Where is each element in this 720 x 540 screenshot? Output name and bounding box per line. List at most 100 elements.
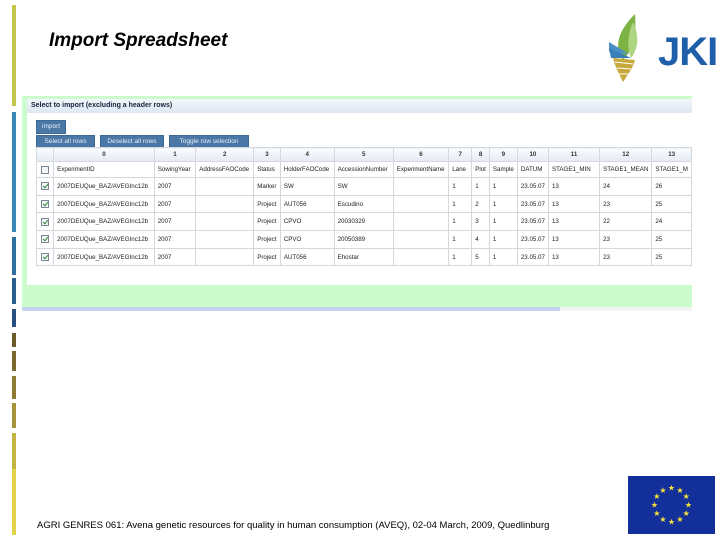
eu-star-icon: ★: [651, 501, 658, 510]
stripe-segment: [12, 376, 16, 399]
table-cell: Lane: [448, 161, 473, 178]
table-cell: AddressFAOCode: [195, 161, 255, 178]
row-checkbox[interactable]: [41, 200, 50, 209]
table-cell: 25: [651, 247, 692, 267]
table-cell: 5: [471, 247, 490, 267]
table-cell: [392, 194, 450, 214]
table-cell: 23: [599, 194, 653, 214]
table-cell: 1: [488, 230, 518, 249]
table-cell: [392, 230, 450, 249]
table-cell: 1: [488, 247, 518, 267]
column-index-header[interactable]: 9: [488, 147, 518, 162]
jki-logo: JKI: [605, 12, 718, 84]
row-select-cell: [35, 247, 55, 267]
table-cell: STAGE1_MEAN: [599, 161, 653, 178]
import-panel: Select to import (excluding a header row…: [22, 96, 692, 308]
column-index-header[interactable]: 8: [471, 147, 490, 162]
table-cell: 2007: [153, 212, 197, 232]
table-cell: 2007DEUQue_BAZ/AVEGInc12b: [53, 230, 155, 249]
stripe-segment: [12, 309, 16, 327]
column-index-header[interactable]: 11: [547, 147, 601, 162]
table-row: 2007DEUQue_BAZ/AVEGInc12b 2007 Project AUT0…: [35, 247, 692, 267]
stripe-segment: [12, 433, 16, 470]
table-cell: Project: [253, 247, 281, 267]
eu-flag-icon: ★ ★ ★ ★ ★ ★ ★ ★ ★ ★ ★ ★: [628, 476, 715, 534]
panel-body: import Select all rows Deselect all rows…: [27, 113, 692, 285]
table-cell: Escudino: [333, 194, 394, 214]
table-cell: 25: [651, 230, 692, 249]
stripe-segment: [12, 351, 16, 371]
column-index-header[interactable]: 4: [279, 147, 335, 162]
jki-logo-text: JKI: [658, 30, 718, 74]
table-cell: [195, 247, 255, 267]
row-select-cell: [35, 194, 55, 214]
table-cell: STAGE1_M: [651, 161, 692, 178]
table-cell: Project: [253, 230, 281, 249]
import-button[interactable]: import: [36, 120, 67, 134]
table-cell: 13: [547, 177, 601, 196]
table-cell: 1: [488, 194, 518, 214]
row-select-cell: [35, 230, 55, 249]
table-cell: 1: [448, 194, 473, 214]
table-cell: [195, 230, 255, 249]
table-cell: Ehostar: [333, 247, 394, 267]
table-cell: 3: [471, 212, 490, 232]
column-index-header[interactable]: 0: [53, 147, 155, 162]
column-index-header[interactable]: 5: [333, 147, 394, 162]
table-cell: ExperimentName: [392, 161, 450, 178]
import-grid: 0 1 2 3 4 5 6 7 8 9 10 11 12 13 ExperimentID SowingYear…: [35, 147, 692, 267]
table-row: 2007DEUQue_BAZ/AVEGInc12b 2007 Project CPVO…: [35, 230, 692, 249]
table-cell: 25: [651, 194, 692, 214]
eu-star-icon: ★: [683, 509, 690, 518]
column-index-header[interactable]: 12: [599, 147, 653, 162]
table-cell: 13: [547, 212, 601, 232]
table-cell: 2007DEUQue_BAZ/AVEGInc12b: [53, 212, 155, 232]
table-row: 2007DEUQue_BAZ/AVEGInc12b 2007 Project CPVO…: [35, 212, 692, 232]
stripe-segment: [12, 237, 16, 275]
table-cell: 1: [488, 212, 518, 232]
table-cell: AUT056: [279, 247, 335, 267]
row-checkbox[interactable]: [41, 182, 50, 191]
table-cell: [195, 194, 255, 214]
table-cell: STAGE1_MIN: [547, 161, 601, 178]
column-index-header[interactable]: 6: [392, 147, 450, 162]
row-checkbox[interactable]: [41, 235, 50, 244]
column-index-header[interactable]: 1: [153, 147, 197, 162]
row-checkbox[interactable]: [41, 217, 50, 226]
table-cell: 1: [448, 212, 473, 232]
table-cell: Plot: [471, 161, 490, 178]
row-select-cell: [35, 161, 55, 178]
table-cell: 23.05.07: [516, 247, 549, 267]
table-cell: [392, 177, 450, 196]
stripe-segment: [12, 5, 16, 106]
table-cell: 1: [471, 177, 490, 196]
corner-cell: [35, 147, 55, 162]
column-index-header[interactable]: 7: [448, 147, 473, 162]
column-index-header[interactable]: 3: [253, 147, 281, 162]
column-index-header[interactable]: 2: [195, 147, 255, 162]
table-cell: [392, 247, 450, 267]
column-index-header[interactable]: 10: [516, 147, 549, 162]
column-index-row: 0 1 2 3 4 5 6 7 8 9 10 11 12 13: [35, 147, 692, 162]
row-checkbox[interactable]: [41, 253, 50, 262]
eu-star-icon: ★: [668, 518, 675, 527]
stripe-segment: [12, 112, 16, 232]
table-cell: AUT056: [279, 194, 335, 214]
table-cell: Status: [253, 161, 281, 178]
table-cell: 22: [599, 212, 653, 232]
row-checkbox[interactable]: [41, 165, 50, 174]
table-cell: 20030329: [333, 212, 394, 232]
table-cell: Project: [253, 194, 281, 214]
table-cell: Sample: [488, 161, 518, 178]
horizontal-scrollbar-thumb[interactable]: [22, 307, 560, 311]
row-select-cell: [35, 177, 55, 196]
table-cell: 2007: [153, 247, 197, 267]
table-cell: 23.05.07: [516, 194, 549, 214]
spreadsheet-header-row: ExperimentID SowingYear AddressFAOCode Stat…: [35, 161, 692, 178]
eu-star-icon: ★: [659, 486, 666, 495]
table-cell: 1: [448, 177, 473, 196]
row-select-cell: [35, 212, 55, 232]
horizontal-scrollbar-track[interactable]: [560, 307, 692, 311]
footer-text: AGRI GENRES 061: Avena genetic resources…: [37, 520, 550, 531]
column-index-header[interactable]: 13: [651, 147, 692, 162]
